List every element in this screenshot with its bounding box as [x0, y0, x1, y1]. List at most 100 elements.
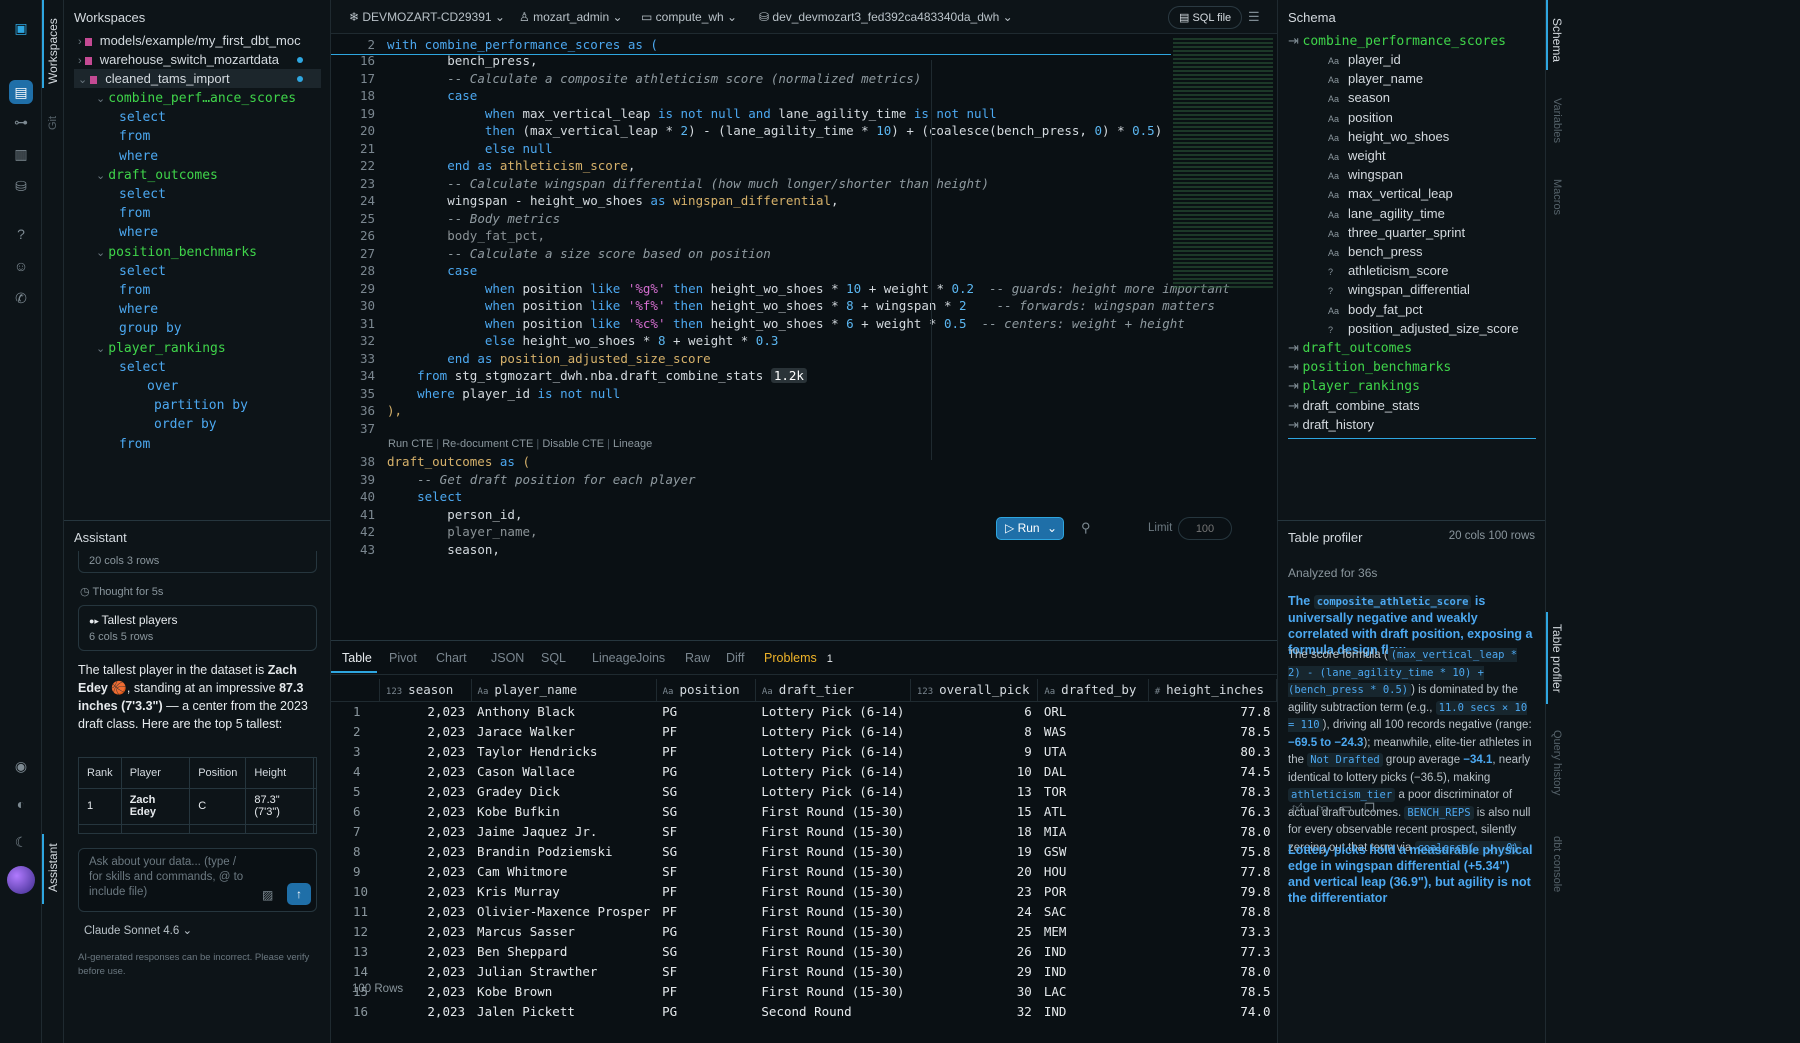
table-cell[interactable]: PF [656, 741, 755, 761]
schema-field[interactable]: Aa season [1328, 88, 1390, 107]
table-cell[interactable]: 77.8 [1148, 701, 1276, 721]
link-icon[interactable]: ⊶ [9, 110, 33, 134]
table-cell[interactable]: SAC [1038, 901, 1148, 921]
table-cell[interactable]: WAS [1038, 721, 1148, 741]
code-line[interactable]: 37 [331, 419, 387, 439]
outline-clause[interactable]: select [119, 357, 166, 376]
table-cell[interactable]: Kobe Bufkin [471, 801, 656, 821]
column-header[interactable]: 123 season [379, 679, 472, 702]
settings-sliders-icon[interactable]: ☰ [1248, 9, 1260, 25]
table-cell[interactable]: 13 [910, 781, 1037, 801]
schema-field[interactable]: Aa bench_press [1328, 242, 1422, 261]
table-row[interactable]: 8 2,023 Brandin Podziemski SG First Round (1… [331, 841, 1277, 861]
table-row[interactable]: 11 2,023 Olivier-Maxence Prosper PF First Ro… [331, 901, 1277, 921]
results-tab[interactable]: Chart [436, 651, 467, 665]
table-cell[interactable]: LAC [1038, 981, 1148, 1001]
table-cell[interactable]: Anthony Black [471, 701, 656, 721]
table-cell[interactable]: 2,023 [379, 781, 471, 801]
table-cell[interactable]: First Round (15-30) [755, 861, 910, 881]
table-cell[interactable]: 19 [910, 841, 1037, 861]
table-cell[interactable]: Lottery Pick (6-14) [755, 701, 910, 721]
outline-clause[interactable]: order by [154, 414, 217, 433]
table-cell[interactable]: 2,023 [379, 941, 471, 961]
schema-field[interactable]: Aa position [1328, 108, 1393, 127]
table-cell[interactable]: 7 [331, 821, 379, 841]
table-cell[interactable]: 6 [331, 801, 379, 821]
table-cell[interactable]: 77.3 [1148, 941, 1276, 961]
table-cell[interactable]: Jarace Walker [471, 721, 656, 741]
schema-field[interactable]: Aa player_id [1328, 50, 1401, 69]
schema-scrollbar[interactable] [1288, 438, 1536, 439]
table-row[interactable]: 4 2,023 Cason Wallace PG Lottery Pick (6-14)… [331, 761, 1277, 781]
table-row[interactable]: 12 2,023 Marcus Sasser PG First Round (15-30… [331, 921, 1277, 941]
table-cell[interactable]: 30 [910, 981, 1037, 1001]
schema-field[interactable]: Aa wingspan [1328, 165, 1403, 184]
thumbs-down-icon[interactable]: 👎︎ [1317, 801, 1341, 815]
table-cell[interactable]: 78.5 [1148, 721, 1276, 741]
table-row[interactable]: 1 2,023 Anthony Black PG Lottery Pick (6-14)… [331, 701, 1277, 721]
table-cell[interactable]: First Round (15-30) [755, 921, 910, 941]
table-cell[interactable]: First Round (15-30) [755, 881, 910, 901]
table-row[interactable]: 7 2,023 Jaime Jaquez Jr. SF First Round (15-… [331, 821, 1277, 841]
results-tab[interactable]: SQL [541, 651, 566, 665]
schema-field[interactable]: Aa height_wo_shoes [1328, 127, 1449, 146]
table-cell[interactable]: 15 [910, 801, 1037, 821]
table-cell[interactable]: First Round (15-30) [755, 821, 910, 841]
table-row[interactable]: 2 2,023 Jarace Walker PF Lottery Pick (6-14)… [331, 721, 1277, 741]
pin-icon[interactable]: ⚲ [1081, 520, 1091, 536]
account-selector[interactable]: ❄ DEVMOZART-CD29391 ⌄ [349, 10, 505, 24]
table-cell[interactable]: 4 [331, 761, 379, 781]
table-cell[interactable]: Lottery Pick (6-14) [755, 721, 910, 741]
table-cell[interactable]: 2,023 [379, 841, 471, 861]
table-cell[interactable]: 78.5 [1148, 981, 1276, 1001]
table-cell[interactable]: PG [656, 921, 755, 941]
workspace-item[interactable]: ⌄ cleaned_tams_import [74, 69, 321, 88]
table-row[interactable]: 10 2,023 Kris Murray PF First Round (15-30) 2… [331, 881, 1277, 901]
results-tab[interactable]: Diff [726, 651, 745, 665]
code-line[interactable]: 43 season, [331, 540, 500, 560]
outline-clause[interactable]: partition by [154, 395, 248, 414]
table-row[interactable]: 6 2,023 Kobe Bufkin SG First Round (15-30) 15… [331, 801, 1277, 821]
model-selector[interactable]: Claude Sonnet 4.6 ⌄ [84, 923, 192, 937]
schema-field[interactable]: ? wingspan_differential [1328, 280, 1470, 299]
tab-query-history[interactable]: Query history [1546, 720, 1568, 806]
sql-file-button[interactable]: ▤ SQL file [1168, 6, 1243, 29]
insight-heading-2[interactable]: Lottery picks hold a measurable physical… [1288, 842, 1533, 906]
table-cell[interactable]: 29 [910, 961, 1037, 981]
results-tab[interactable]: JSON [491, 651, 524, 665]
table-cell[interactable]: First Round (15-30) [755, 981, 910, 1001]
table-cell[interactable]: 6 [910, 701, 1037, 721]
outline-cte[interactable]: ⌄ combine_perf…ance_scores [96, 88, 296, 107]
table-cell[interactable]: 9 [910, 741, 1037, 761]
cte-action-link[interactable]: Re-document CTE [442, 438, 533, 450]
minimap[interactable] [1173, 38, 1273, 288]
table-cell[interactable]: 74.0 [1148, 1001, 1276, 1021]
table-cell[interactable]: Second Round [755, 1001, 910, 1021]
table-cell[interactable]: SG [656, 841, 755, 861]
table-cell[interactable]: 78.0 [1148, 821, 1276, 841]
table-cell[interactable]: IND [1038, 961, 1148, 981]
outline-clause[interactable]: from [119, 434, 150, 453]
schema-field[interactable]: Aa player_name [1328, 69, 1423, 88]
outline-clause[interactable]: over [147, 376, 178, 395]
table-cell[interactable]: SG [656, 801, 755, 821]
comment-icon[interactable]: ▭ [1341, 801, 1364, 815]
schema-table[interactable]: ⇥ position_benchmarks [1288, 357, 1451, 376]
table-cell[interactable]: IND [1038, 941, 1148, 961]
tab-assistant[interactable]: Assistant [42, 834, 64, 902]
copy-icon[interactable]: ❐ [1364, 801, 1387, 815]
limit-input[interactable] [1178, 517, 1232, 540]
table-cell[interactable]: 8 [910, 721, 1037, 741]
workspace-item[interactable]: › warehouse_switch_mozartdata [74, 50, 321, 69]
sql-editor[interactable]: ❄ DEVMOZART-CD29391 ⌄ ♙ mozart_admin ⌄ ▭… [331, 0, 1277, 640]
table-cell[interactable]: 13 [331, 941, 379, 961]
column-header[interactable]: Aa drafted_by [1037, 679, 1149, 702]
database-selector[interactable]: ⛁ dev_devmozart3_fed392ca483340da_dwh ⌄ [759, 10, 1013, 24]
moon-icon[interactable]: ☾ [9, 830, 33, 854]
cte-action-link[interactable]: Run CTE [388, 438, 433, 450]
table-row[interactable]: 13 2,023 Ben Sheppard SG First Round (15-30)… [331, 941, 1277, 961]
column-header[interactable]: Aa draft_tier [755, 679, 911, 702]
table-cell[interactable]: 2,023 [379, 901, 471, 921]
help-icon[interactable]: ? [9, 222, 33, 246]
megaphone-icon[interactable]: ✆ [9, 286, 33, 310]
